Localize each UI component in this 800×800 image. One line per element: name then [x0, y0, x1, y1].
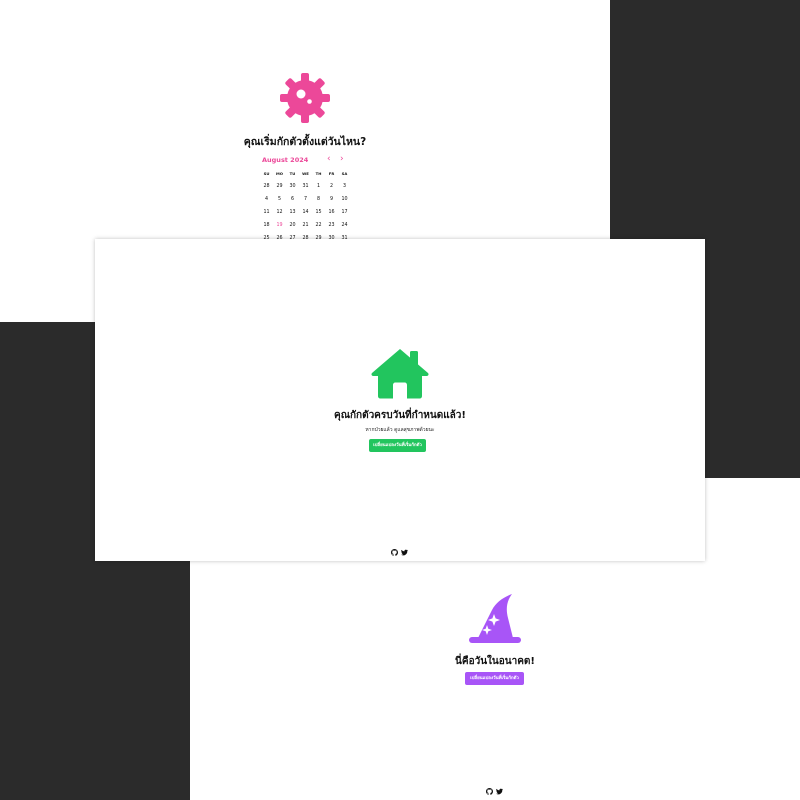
github-icon[interactable] [391, 549, 398, 556]
github-icon[interactable] [486, 788, 493, 795]
calendar-day[interactable]: 6 [286, 193, 299, 206]
start-date-question: คุณเริ่มกักตัวตั้งแต่วันไหน? [243, 136, 367, 148]
calendar-day[interactable]: 2 [325, 180, 338, 193]
change-start-date-button[interactable]: เปลี่ยนแปลงวันที่เริ่มกักตัว [465, 672, 524, 685]
calendar-day[interactable]: 23 [325, 219, 338, 232]
calendar-day[interactable]: 11 [260, 206, 273, 219]
footer-links [486, 788, 503, 795]
calendar-day[interactable]: 9 [325, 193, 338, 206]
change-start-date-button[interactable]: เปลี่ยนแปลงวันที่เริ่มกักตัว [369, 439, 426, 452]
calendar-day[interactable]: 1 [312, 180, 325, 193]
weekday-label: TU [289, 171, 296, 176]
calendar-day[interactable]: 30 [286, 180, 299, 193]
calendar-day[interactable]: 16 [325, 206, 338, 219]
footer-links [391, 549, 408, 556]
twitter-icon[interactable] [496, 788, 503, 795]
calendar-day[interactable]: 24 [338, 219, 351, 232]
calendar-day[interactable]: 21 [299, 219, 312, 232]
calendar-day[interactable]: 18 [260, 219, 273, 232]
calendar-day[interactable]: 15 [312, 206, 325, 219]
quarantine-complete-screen: คุณกักตัวครบวันที่กำหนดแล้ว! หากป่วยแล้ว… [95, 239, 705, 561]
weekday-label: FR [328, 171, 335, 176]
twitter-icon[interactable] [401, 549, 408, 556]
calendar-day[interactable]: 29 [273, 180, 286, 193]
weekday-label: WE [302, 171, 309, 176]
calendar-day[interactable]: 22 [312, 219, 325, 232]
previous-month-button[interactable]: ‹ [327, 154, 331, 164]
calendar-day[interactable]: 13 [286, 206, 299, 219]
wizard-hat-icon [469, 594, 521, 643]
calendar-header: August 2024 ‹ › [260, 154, 352, 168]
quarantine-complete-subtitle: หากป่วยแล้ว ดูแลสุขภาพด้วยนะ [365, 427, 435, 433]
date-picker[interactable]: August 2024 ‹ › SU MO TU WE TH FR SA 28 29 30 31 1 2… [260, 154, 352, 245]
calendar-day[interactable]: 20 [286, 219, 299, 232]
weekday-label: TH [315, 171, 322, 176]
calendar-day[interactable]: 7 [299, 193, 312, 206]
calendar-day[interactable]: 19 [273, 219, 286, 232]
calendar-day[interactable]: 5 [273, 193, 286, 206]
calendar-day[interactable]: 4 [260, 193, 273, 206]
calendar-day[interactable]: 10 [338, 193, 351, 206]
calendar-day[interactable]: 17 [338, 206, 351, 219]
calendar-day[interactable]: 31 [299, 180, 312, 193]
house-icon [371, 349, 429, 399]
calendar-grid: SU MO TU WE TH FR SA 28 29 30 31 1 2 3 4 5 6 7 8 9 10 11 12 13 1… [260, 168, 352, 245]
quarantine-complete-title: คุณกักตัวครบวันที่กำหนดแล้ว! [334, 410, 466, 421]
weekday-label: SA [341, 171, 348, 176]
calendar-day[interactable]: 28 [260, 180, 273, 193]
virus-gear-icon [280, 73, 330, 123]
calendar-day[interactable]: 3 [338, 180, 351, 193]
weekday-label: SU [263, 171, 270, 176]
weekday-label: MO [275, 171, 283, 176]
calendar-day[interactable]: 12 [273, 206, 286, 219]
calendar-month-label: August 2024 [262, 156, 309, 164]
calendar-day[interactable]: 14 [299, 206, 312, 219]
calendar-day[interactable]: 8 [312, 193, 325, 206]
next-month-button[interactable]: › [340, 154, 344, 164]
future-date-title: นี่คือวันในอนาคต! [455, 656, 535, 667]
